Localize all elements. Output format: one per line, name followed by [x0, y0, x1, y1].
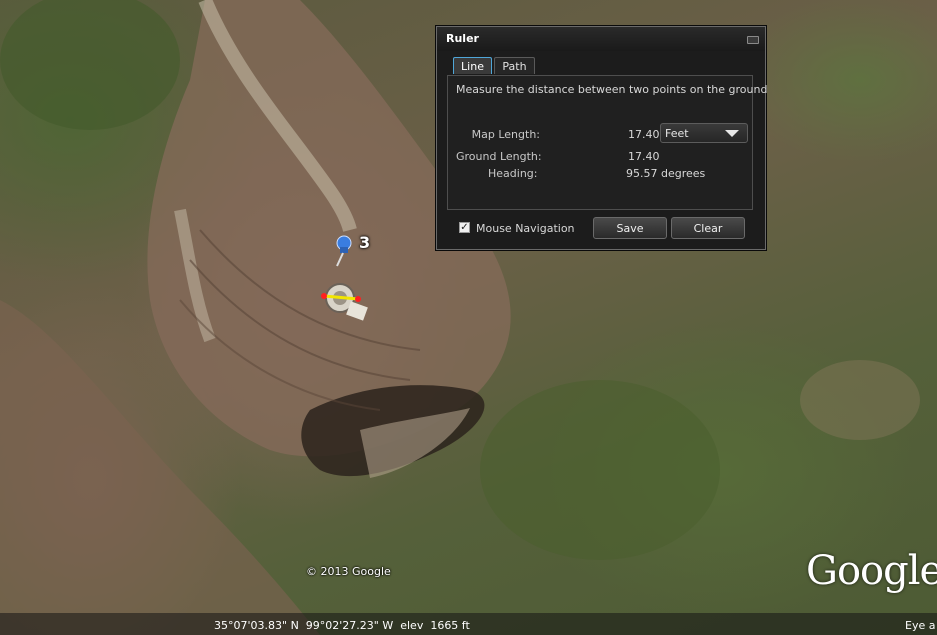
- ruler-panel: Measure the distance between two points …: [447, 75, 767, 210]
- google-logo: Google: [806, 548, 937, 594]
- ruler-endpoint-start: [321, 293, 327, 299]
- save-button[interactable]: Save: [593, 217, 667, 239]
- unit-select-value: Feet: [665, 127, 689, 140]
- placemark[interactable]: 3: [329, 233, 379, 273]
- pushpin-icon: [336, 235, 352, 267]
- eye-altitude-readout: Eye a: [905, 619, 936, 632]
- heading-label: Heading:: [488, 167, 538, 180]
- minimize-icon[interactable]: [747, 36, 759, 44]
- measured-object: [321, 283, 368, 321]
- ruler-endpoint-end: [355, 296, 361, 302]
- map-length-value: 17.40: [628, 128, 660, 141]
- ruler-description: Measure the distance between two points …: [456, 83, 768, 96]
- ruler-titlebar[interactable]: Ruler: [437, 27, 765, 51]
- chevron-down-icon: [725, 130, 739, 137]
- clear-button[interactable]: Clear: [671, 217, 745, 239]
- tab-path[interactable]: Path: [494, 57, 535, 74]
- map-length-label: Map Length:: [471, 128, 540, 141]
- copyright-text: © 2013 Google: [306, 565, 391, 578]
- ground-length-value: 17.40: [628, 150, 660, 163]
- unit-select[interactable]: Feet: [660, 123, 748, 143]
- heading-value: 95.57 degrees: [626, 167, 706, 180]
- ground-length-label: Ground Length:: [456, 150, 542, 163]
- tab-line[interactable]: Line: [453, 57, 492, 74]
- placemark-label: 3: [359, 233, 371, 252]
- mouse-navigation-label: Mouse Navigation: [476, 222, 575, 235]
- dialog-title: Ruler: [446, 32, 479, 45]
- ruler-dialog: Ruler Line Path Measure the distance bet…: [436, 26, 767, 250]
- mouse-navigation-checkbox[interactable]: ✓: [459, 222, 470, 233]
- status-bar: 35°07'03.83" N 99°02'27.23" W elev 1665 …: [0, 613, 937, 635]
- coordinates-readout: 35°07'03.83" N 99°02'27.23" W elev 1665 …: [214, 619, 470, 632]
